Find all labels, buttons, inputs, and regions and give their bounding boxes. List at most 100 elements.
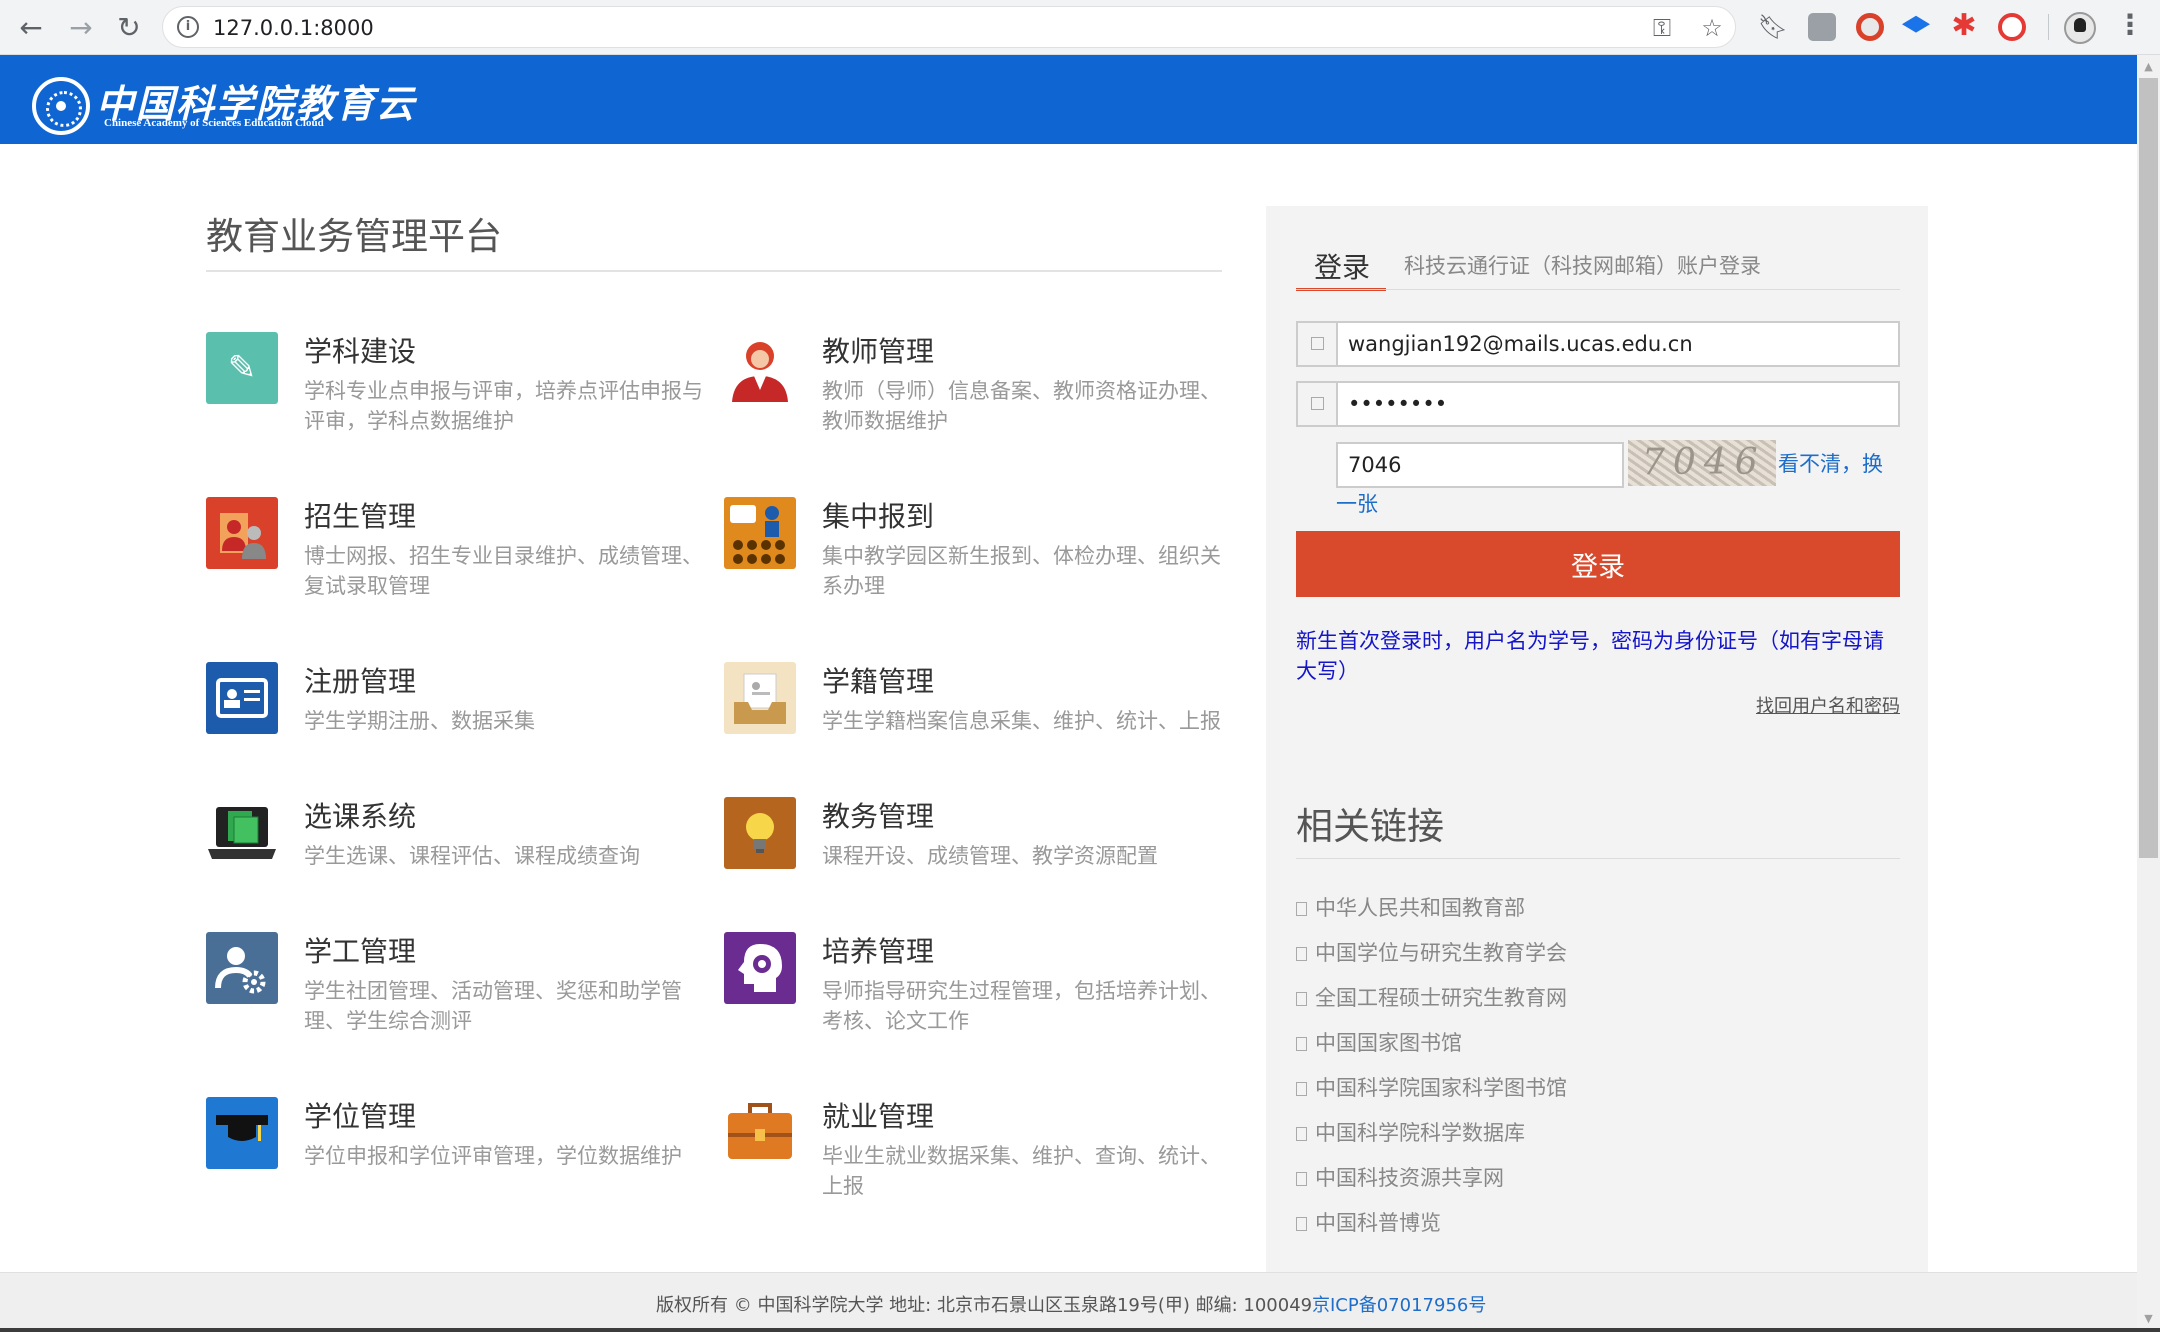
captcha-value[interactable]: 7046 — [1348, 453, 1401, 477]
bullet-icon — [1296, 1172, 1307, 1186]
captcha-image[interactable]: 7046 — [1628, 440, 1776, 486]
captcha-input[interactable]: 7046 — [1336, 442, 1624, 488]
related-link[interactable]: 中国学位与研究生教育学会 — [1296, 937, 1567, 967]
bullet-icon — [1296, 1082, 1307, 1096]
user-gear-icon[interactable] — [206, 932, 278, 1004]
module-name[interactable]: 学科建设 — [304, 330, 416, 370]
related-link-label[interactable]: 中国科学院科学数据库 — [1315, 1121, 1525, 1145]
scroll-up-icon[interactable]: ▲ — [2140, 58, 2157, 75]
blocker-extension-icon[interactable] — [1998, 13, 2026, 41]
module-name[interactable]: 选课系统 — [304, 795, 416, 835]
username-field[interactable]: wangjian192@mails.ucas.edu.cn — [1296, 321, 1900, 367]
module-desc: 学位申报和学位评审管理，学位数据维护 — [304, 1144, 682, 1168]
lock-icon — [1298, 383, 1338, 425]
conference-icon[interactable] — [724, 497, 796, 569]
module-item[interactable]: ✎ 学科建设 学科专业点申报与评审，培养点评估申报与评审，学科点数据维护 — [206, 330, 726, 470]
address-url[interactable]: 127.0.0.1:8000 — [213, 16, 374, 40]
bookmark-icon[interactable]: 🔖︎ — [1758, 13, 1788, 41]
reload-icon[interactable]: ↻ — [110, 8, 148, 46]
bullet-icon — [1296, 902, 1307, 916]
id-card-icon[interactable] — [206, 662, 278, 734]
extension-icon[interactable] — [1808, 13, 1836, 41]
password-field[interactable]: •••••••• — [1296, 381, 1900, 427]
module-item[interactable]: 注册管理 学生学期注册、数据采集 — [206, 660, 726, 800]
module-name[interactable]: 培养管理 — [822, 930, 934, 970]
module-name[interactable]: 集中报到 — [822, 495, 934, 535]
archive-icon[interactable] — [724, 662, 796, 734]
related-link-label[interactable]: 中华人民共和国教育部 — [1315, 896, 1525, 920]
module-name[interactable]: 教师管理 — [822, 330, 934, 370]
scrollbar-thumb[interactable] — [2139, 78, 2158, 858]
related-link[interactable]: 中国国家图书馆 — [1296, 1027, 1462, 1057]
module-item[interactable]: 集中报到 集中教学园区新生报到、体检办理、组织关系办理 — [724, 495, 1244, 635]
laptop-icon[interactable] — [206, 797, 278, 869]
teacher-icon[interactable] — [724, 332, 796, 404]
related-link-label[interactable]: 中国国家图书馆 — [1315, 1031, 1462, 1055]
title-divider — [206, 270, 1222, 272]
related-link-label[interactable]: 中国学位与研究生教育学会 — [1315, 941, 1567, 965]
module-desc: 学生学期注册、数据采集 — [304, 709, 535, 733]
bullet-icon — [1296, 947, 1307, 961]
captcha-refresh-link-cont[interactable]: 一张 — [1336, 488, 1378, 518]
related-link-label[interactable]: 中国科普博览 — [1315, 1211, 1441, 1235]
password-value[interactable]: •••••••• — [1348, 392, 1447, 416]
profile-avatar[interactable] — [2064, 12, 2096, 44]
forward-arrow-icon[interactable]: → — [62, 8, 100, 46]
site-info-icon[interactable]: i — [177, 16, 199, 38]
module-name[interactable]: 就业管理 — [822, 1095, 934, 1135]
related-link-label[interactable]: 全国工程硕士研究生教育网 — [1315, 986, 1567, 1010]
cas-logo-icon[interactable] — [32, 77, 90, 135]
briefcase-icon[interactable] — [724, 1097, 796, 1169]
module-item[interactable]: 教务管理 课程开设、成绩管理、教学资源配置 — [724, 795, 1244, 935]
scroll-down-icon[interactable]: ▼ — [2140, 1310, 2157, 1327]
tab-cstcloud-login[interactable]: 科技云通行证（科技网邮箱）账户登录 — [1404, 250, 1761, 280]
related-link[interactable]: 中国科技资源共享网 — [1296, 1162, 1504, 1192]
graduation-extension-icon[interactable] — [1902, 15, 1930, 33]
module-name[interactable]: 教务管理 — [822, 795, 934, 835]
module-item[interactable]: 学籍管理 学生学籍档案信息采集、维护、统计、上报 — [724, 660, 1244, 800]
module-item[interactable]: 学位管理 学位申报和学位评审管理，学位数据维护 — [206, 1095, 726, 1235]
icp-link[interactable]: 京ICP备07017956号 — [1312, 1291, 1486, 1317]
module-item[interactable]: 教师管理 教师（导师）信息备案、教师资格证办理、教师数据维护 — [724, 330, 1244, 470]
recover-account-link[interactable]: 找回用户名和密码 — [1756, 692, 1900, 718]
module-item[interactable]: 招生管理 博士网报、招生专业目录维护、成绩管理、复试录取管理 — [206, 495, 726, 635]
related-links-title: 相关链接 — [1296, 805, 1444, 848]
username-value[interactable]: wangjian192@mails.ucas.edu.cn — [1348, 332, 1693, 356]
module-item[interactable]: 学工管理 学生社团管理、活动管理、奖惩和助学管理、学生综合测评 — [206, 930, 726, 1070]
related-link[interactable]: 中国科普博览 — [1296, 1207, 1441, 1237]
module-name[interactable]: 学籍管理 — [822, 660, 934, 700]
toolbar-divider — [2048, 14, 2049, 40]
address-bar[interactable]: i 127.0.0.1:8000 ⚿ ☆ — [162, 6, 1736, 48]
window-bottom-edge — [0, 1328, 2160, 1332]
book-pen-icon[interactable]: ✎ — [206, 332, 278, 404]
module-item[interactable]: 培养管理 导师指导研究生过程管理，包括培养计划、考核、论文工作 — [724, 930, 1244, 1070]
module-item[interactable]: 就业管理 毕业生就业数据采集、维护、查询、统计、上报 — [724, 1095, 1244, 1235]
copyright-text: 版权所有 © 中国科学院大学 地址: 北京市石景山区玉泉路19号(甲) 邮编: … — [656, 1295, 1313, 1316]
lightbulb-icon[interactable] — [724, 797, 796, 869]
logo-subtitle: Chinese Academy of Sciences Education Cl… — [104, 117, 324, 129]
login-button[interactable]: 登录 — [1296, 531, 1900, 597]
module-name[interactable]: 学位管理 — [304, 1095, 416, 1135]
star-icon[interactable]: ☆ — [1699, 14, 1725, 42]
related-link[interactable]: 全国工程硕士研究生教育网 — [1296, 982, 1567, 1012]
related-link[interactable]: 中国科学院国家科学图书馆 — [1296, 1072, 1567, 1102]
key-icon[interactable]: ⚿ — [1649, 14, 1675, 42]
enrollment-icon[interactable] — [206, 497, 278, 569]
module-name[interactable]: 学工管理 — [304, 930, 416, 970]
module-item[interactable]: 选课系统 学生选课、课程评估、课程成绩查询 — [206, 795, 726, 935]
puzzle-extension-icon[interactable]: ✱ — [1950, 11, 1978, 41]
module-name[interactable]: 招生管理 — [304, 495, 416, 535]
captcha-refresh-link[interactable]: 看不清，换 — [1778, 448, 1883, 478]
related-link[interactable]: 中华人民共和国教育部 — [1296, 892, 1525, 922]
related-link-label[interactable]: 中国科技资源共享网 — [1315, 1166, 1504, 1190]
tab-login[interactable]: 登录 — [1314, 246, 1370, 286]
related-link[interactable]: 中国科学院科学数据库 — [1296, 1117, 1525, 1147]
graduation-cap-icon[interactable] — [206, 1097, 278, 1169]
related-link-label[interactable]: 中国科学院国家科学图书馆 — [1315, 1076, 1567, 1100]
tab-divider — [1296, 289, 1900, 290]
module-name[interactable]: 注册管理 — [304, 660, 416, 700]
back-arrow-icon[interactable]: ← — [12, 8, 50, 46]
head-gear-icon[interactable] — [724, 932, 796, 1004]
weibo-icon[interactable] — [1856, 13, 1884, 41]
menu-kebab-icon[interactable]: ⋮ — [2116, 8, 2144, 41]
